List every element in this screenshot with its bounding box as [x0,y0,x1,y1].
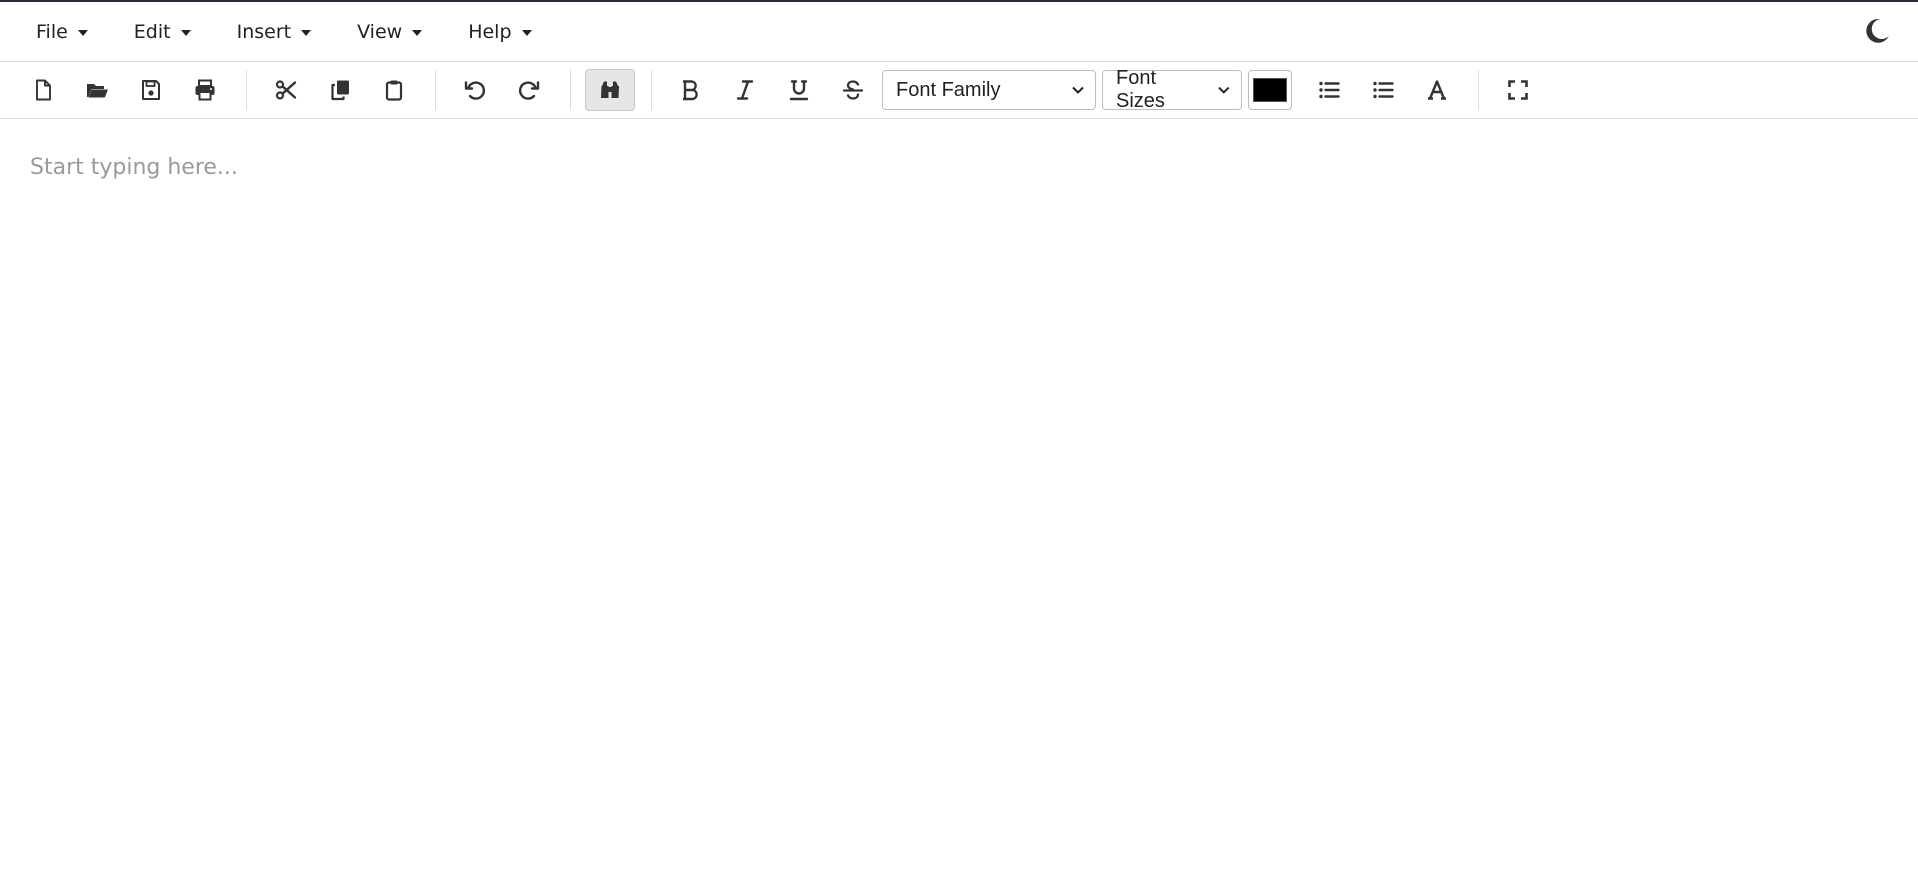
caret-down-icon [301,29,312,36]
bulleted-list-icon [1319,81,1340,99]
menu-view[interactable]: View [343,13,436,51]
bold-button[interactable] [666,69,716,111]
toolbar-separator [570,70,571,110]
underline-icon [789,80,809,101]
redo-button[interactable] [504,69,554,111]
menu-insert-label: Insert [236,20,292,43]
open-file-button[interactable] [72,69,122,111]
underline-button[interactable] [774,69,824,111]
menu-view-label: View [357,20,403,43]
new-file-icon [36,79,51,101]
caret-down-icon [180,29,191,36]
caret-down-icon [77,29,88,36]
copy-button[interactable] [315,69,365,111]
color-swatch-fill [1253,78,1287,102]
moon-icon [1866,18,1889,43]
fullscreen-button[interactable] [1493,69,1543,111]
printer-icon [195,79,215,101]
font-family-select[interactable]: Font Family [882,70,1096,110]
chevron-down-icon [1072,86,1084,94]
print-button[interactable] [180,69,230,111]
italic-button[interactable] [720,69,770,111]
folder-open-icon [87,84,108,98]
font-family-value: Font Family [896,78,1001,101]
toolbar-separator [1478,70,1479,110]
find-button[interactable] [585,69,635,111]
paste-button[interactable] [369,69,419,111]
toolbar: Font Family Font Sizes [0,62,1918,119]
text-color-picker[interactable] [1248,70,1292,110]
redo-icon [518,81,540,100]
undo-button[interactable] [450,69,500,111]
strikethrough-button[interactable] [828,69,878,111]
binoculars-icon [601,81,619,98]
menu-file-label: File [36,20,68,43]
menu-file[interactable]: File [22,13,102,51]
menu-edit-label: Edit [133,20,171,43]
strikethrough-icon [842,80,864,100]
menu-help-label: Help [468,20,512,43]
font-letter-icon [1428,80,1446,100]
toolbar-separator [246,70,247,110]
menu-bar: File Edit Insert View Help [0,2,1918,62]
editor-placeholder: Start typing here... [30,155,238,180]
list-icon [1373,81,1394,99]
floppy-disk-icon [142,80,160,100]
cut-button[interactable] [261,69,311,111]
editor-area[interactable]: Start typing here... [0,119,1918,878]
italic-icon [736,80,754,100]
numbered-list-button[interactable] [1358,69,1408,111]
expand-icon [1508,80,1528,100]
font-style-button[interactable] [1412,69,1462,111]
save-button[interactable] [126,69,176,111]
copy-icon [331,80,349,101]
new-document-button[interactable] [18,69,68,111]
menu-help[interactable]: Help [454,13,545,51]
font-size-value: Font Sizes [1116,67,1165,112]
menu-insert[interactable]: Insert [223,13,326,51]
bulleted-list-button[interactable] [1304,69,1354,111]
scissors-icon [275,80,297,100]
undo-icon [464,81,486,100]
caret-down-icon [521,29,532,36]
chevron-down-icon [1218,86,1230,94]
bold-icon [683,80,698,101]
menu-edit[interactable]: Edit [120,13,205,51]
font-size-select[interactable]: Font Sizes [1102,67,1242,112]
caret-down-icon [412,29,423,36]
clipboard-icon [385,80,403,101]
toolbar-separator [435,70,436,110]
theme-toggle-button[interactable] [1862,16,1892,46]
toolbar-separator [651,70,652,110]
